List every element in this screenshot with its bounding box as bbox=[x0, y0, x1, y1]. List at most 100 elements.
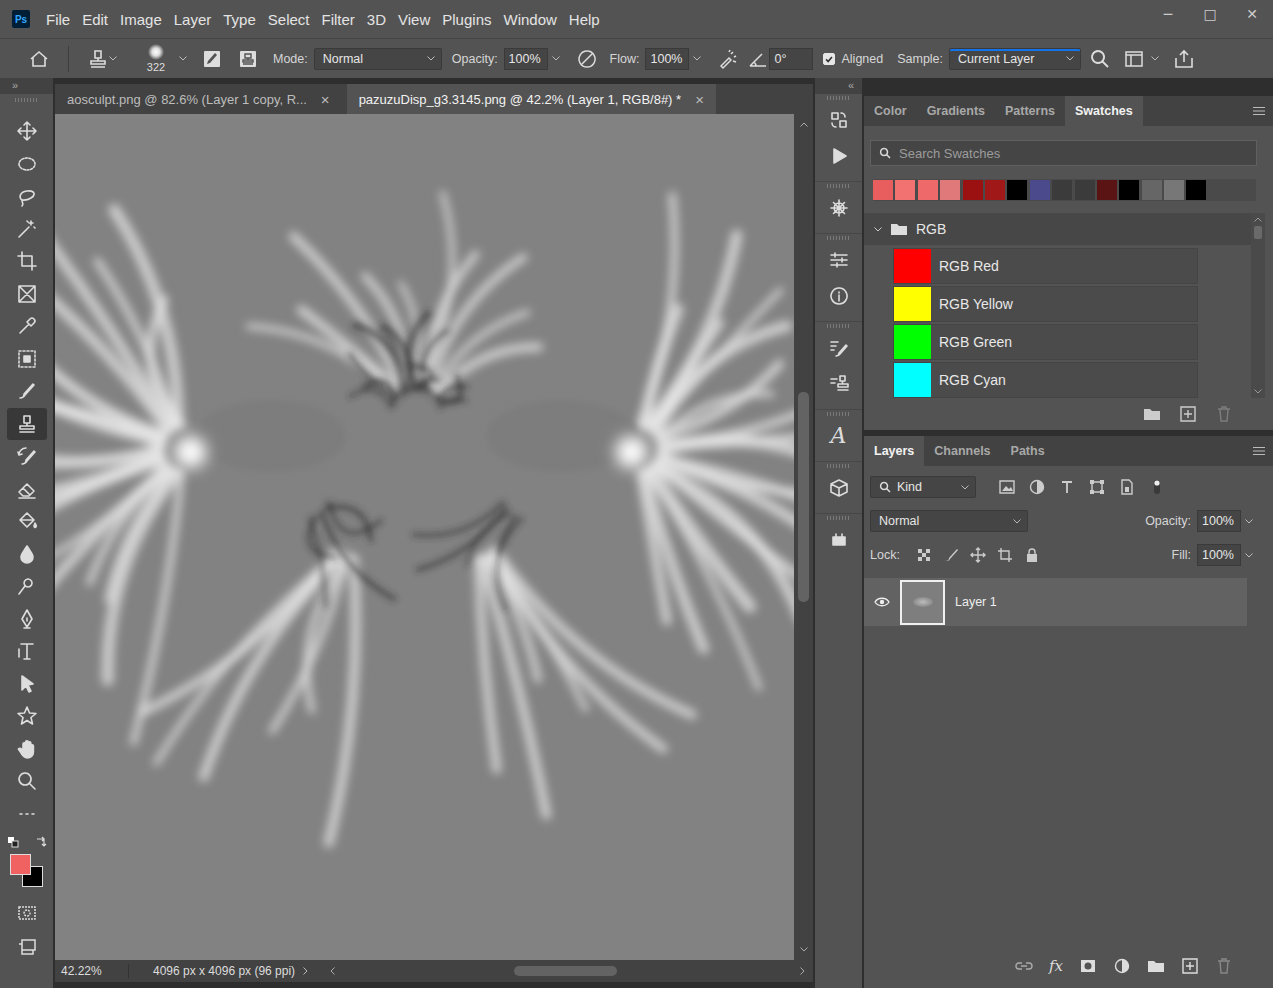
smart-object-filter-icon[interactable] bbox=[1118, 478, 1136, 496]
new-layer-icon[interactable] bbox=[1181, 957, 1199, 975]
dock-button[interactable] bbox=[819, 522, 859, 558]
tool-button[interactable] bbox=[7, 115, 47, 148]
panel-tab[interactable]: Swatches bbox=[1065, 96, 1143, 126]
fill-dropdown[interactable] bbox=[1241, 544, 1257, 566]
layer-opacity-field[interactable]: 100% bbox=[1197, 510, 1241, 532]
scroll-track[interactable] bbox=[1251, 226, 1265, 385]
chevron-right-icon[interactable] bbox=[303, 967, 308, 975]
panel-tab[interactable]: Color bbox=[864, 96, 917, 126]
swatch[interactable] bbox=[940, 180, 960, 200]
grip[interactable] bbox=[15, 98, 39, 102]
scroll-left-icon[interactable] bbox=[330, 967, 335, 975]
new-swatch-icon[interactable] bbox=[1179, 405, 1197, 423]
grip[interactable] bbox=[827, 236, 851, 240]
dock-button[interactable] bbox=[819, 102, 859, 138]
swatch[interactable] bbox=[918, 180, 938, 200]
swatch[interactable] bbox=[873, 180, 893, 200]
pressure-opacity-icon[interactable] bbox=[576, 48, 598, 70]
search-icon[interactable] bbox=[1089, 48, 1111, 70]
dock-button[interactable] bbox=[819, 278, 859, 314]
tool-button[interactable] bbox=[7, 505, 47, 538]
chevron-down-icon[interactable] bbox=[179, 56, 187, 61]
swatch[interactable] bbox=[1119, 180, 1139, 200]
menu-item[interactable]: Help bbox=[563, 11, 606, 28]
filter-toggle-icon[interactable] bbox=[1148, 478, 1166, 496]
document-tab[interactable]: aosculpt.png @ 82.6% (Layer 1 copy, R...… bbox=[55, 84, 342, 114]
panel-menu-icon[interactable] bbox=[1253, 106, 1265, 116]
grip[interactable] bbox=[827, 184, 851, 188]
quick-mask-icon[interactable] bbox=[16, 902, 38, 924]
close-tab-button[interactable]: × bbox=[321, 91, 330, 108]
swatch[interactable] bbox=[895, 180, 915, 200]
tool-button[interactable] bbox=[7, 668, 47, 701]
pixel-filter-icon[interactable] bbox=[998, 478, 1016, 496]
scroll-down-icon[interactable] bbox=[800, 947, 808, 952]
dock-button[interactable]: A bbox=[819, 418, 859, 454]
menu-item[interactable]: Plugins bbox=[436, 11, 497, 28]
opacity-dropdown[interactable] bbox=[548, 48, 564, 70]
swatch-item[interactable]: RGB Red bbox=[893, 248, 1198, 284]
scroll-track[interactable] bbox=[794, 133, 813, 941]
swatch[interactable] bbox=[1186, 180, 1206, 200]
tool-button[interactable] bbox=[7, 635, 47, 668]
menu-item[interactable]: View bbox=[392, 11, 436, 28]
workspace-icon[interactable] bbox=[1123, 48, 1145, 70]
panel-tab[interactable]: Gradients bbox=[917, 96, 995, 126]
filter-kind-select[interactable]: Kind bbox=[870, 476, 976, 498]
group-icon[interactable] bbox=[1147, 957, 1165, 975]
aligned-checkbox[interactable]: Aligned bbox=[823, 52, 883, 66]
dock-button[interactable] bbox=[819, 138, 859, 174]
fill-field[interactable]: 100% bbox=[1197, 544, 1241, 566]
dock-button[interactable] bbox=[819, 366, 859, 402]
layer-row[interactable]: Layer 1 bbox=[864, 578, 1247, 626]
canvas[interactable] bbox=[55, 114, 794, 960]
scroll-right-icon[interactable] bbox=[800, 967, 805, 975]
clone-source-icon[interactable] bbox=[237, 48, 259, 70]
window-control-button[interactable]: ─ bbox=[1147, 0, 1189, 28]
menu-item[interactable]: 3D bbox=[361, 11, 392, 28]
dock-button[interactable] bbox=[819, 190, 859, 226]
layer-style-button[interactable]: fx bbox=[1049, 957, 1063, 975]
menu-item[interactable]: Select bbox=[262, 11, 316, 28]
lock-artboard-icon[interactable] bbox=[997, 547, 1013, 563]
lock-transparency-icon[interactable] bbox=[916, 547, 932, 563]
mode-select[interactable]: Normal bbox=[314, 48, 442, 70]
tool-button[interactable] bbox=[7, 733, 47, 766]
chevron-down-icon[interactable] bbox=[109, 56, 117, 61]
visibility-toggle[interactable] bbox=[864, 597, 900, 607]
default-colors-icon[interactable] bbox=[7, 836, 19, 848]
chevron-down-icon[interactable] bbox=[1151, 56, 1159, 61]
panel-tab[interactable]: Layers bbox=[864, 436, 924, 466]
share-icon[interactable] bbox=[1173, 48, 1195, 70]
swatch[interactable] bbox=[1052, 180, 1072, 200]
scroll-thumb[interactable] bbox=[798, 392, 809, 602]
tool-button[interactable] bbox=[7, 278, 47, 311]
menu-item[interactable]: Type bbox=[217, 11, 262, 28]
tool-button[interactable] bbox=[7, 700, 47, 733]
airbrush-icon[interactable] bbox=[717, 48, 739, 70]
list-scrollbar[interactable] bbox=[1251, 213, 1265, 398]
grip[interactable] bbox=[827, 324, 851, 328]
tool-button[interactable] bbox=[7, 148, 47, 181]
brush-panel-icon[interactable] bbox=[201, 48, 223, 70]
zoom-level[interactable]: 42.22% bbox=[55, 964, 129, 978]
link-icon[interactable] bbox=[1015, 957, 1033, 975]
vertical-scrollbar[interactable] bbox=[794, 114, 813, 960]
menu-item[interactable]: Image bbox=[114, 11, 168, 28]
scroll-track[interactable] bbox=[343, 965, 792, 977]
scroll-up-icon[interactable] bbox=[1254, 217, 1262, 222]
shape-filter-icon[interactable] bbox=[1088, 478, 1106, 496]
swatch-item[interactable]: RGB Yellow bbox=[893, 286, 1198, 322]
home-icon[interactable] bbox=[28, 48, 50, 70]
scroll-up-icon[interactable] bbox=[800, 122, 808, 127]
sample-select[interactable]: Current Layer bbox=[949, 48, 1081, 70]
blend-mode-select[interactable]: Normal bbox=[870, 510, 1028, 532]
scroll-thumb[interactable] bbox=[514, 966, 617, 976]
grip[interactable] bbox=[827, 412, 851, 416]
window-control-button[interactable]: □ bbox=[1189, 0, 1231, 28]
flow-field[interactable]: 100% bbox=[645, 48, 689, 70]
document-tab[interactable]: pazuzuDisp_g3.3145.png @ 42.2% (Layer 1,… bbox=[347, 84, 716, 114]
new-group-icon[interactable] bbox=[1143, 405, 1161, 423]
swatch-item[interactable]: RGB Green bbox=[893, 324, 1198, 360]
grip[interactable] bbox=[827, 516, 851, 520]
